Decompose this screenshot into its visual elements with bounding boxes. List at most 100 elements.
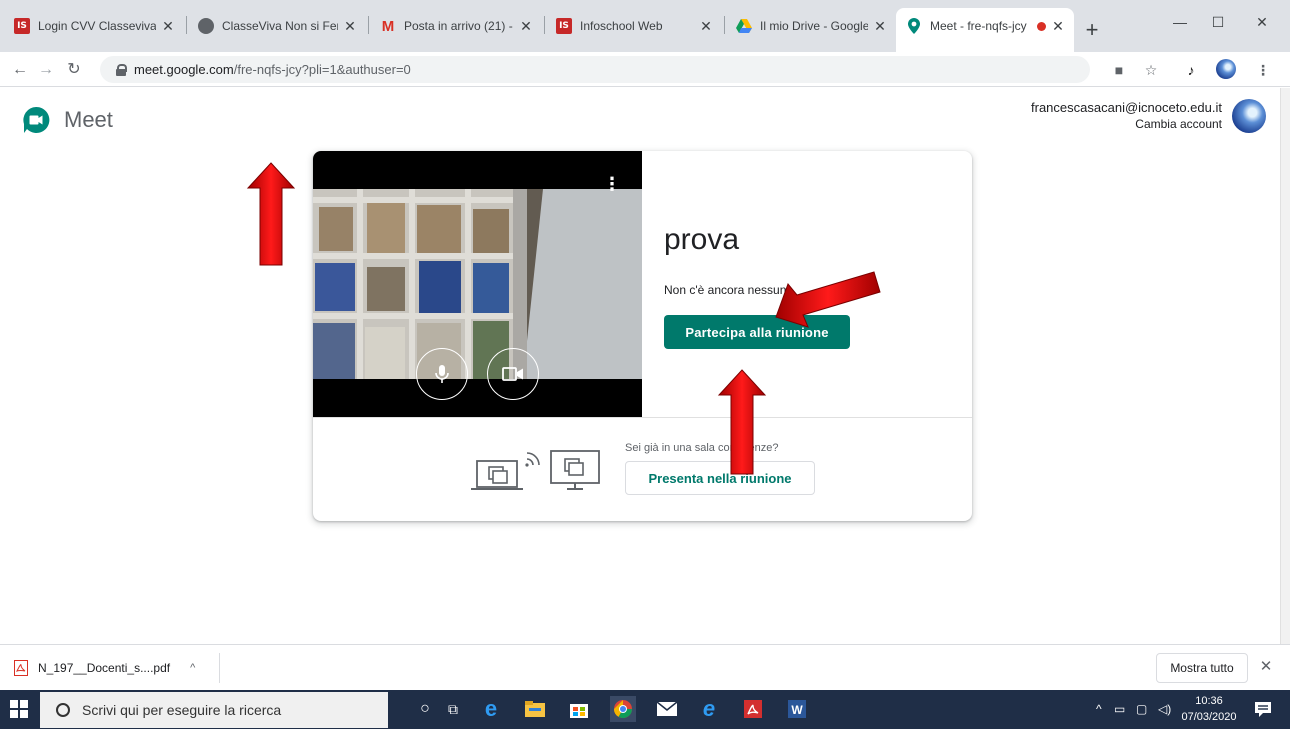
clock-date: 07/03/2020 bbox=[1181, 711, 1237, 723]
chevron-up-icon[interactable]: ^ bbox=[190, 662, 195, 674]
tiktok-extension-icon[interactable]: ♪ bbox=[1180, 59, 1202, 81]
tab-infoschool[interactable]: IS Infoschool Web ✕ bbox=[546, 8, 722, 52]
download-bar: N_197__Docenti_s....pdf ^ Mostra tutto ✕ bbox=[0, 644, 1290, 690]
recording-indicator-icon bbox=[1037, 21, 1046, 31]
close-icon[interactable]: ✕ bbox=[872, 18, 888, 34]
tab-separator bbox=[368, 16, 369, 34]
google-meet-logo-icon bbox=[23, 106, 50, 133]
windows-taskbar: Scrivi qui per eseguire la ricerca ○ ⧉ e… bbox=[0, 690, 1290, 729]
cortana-icon[interactable]: ○ bbox=[412, 696, 438, 722]
bookmark-star-icon[interactable]: ☆ bbox=[1140, 59, 1162, 81]
meeting-name: prova bbox=[664, 223, 740, 256]
pdf-file-icon bbox=[14, 660, 28, 676]
close-icon[interactable]: ✕ bbox=[342, 18, 358, 34]
meet-product-name: Meet bbox=[64, 107, 113, 132]
tab-title: Login CVV Classeviva G bbox=[38, 19, 156, 33]
clock-time: 10:36 bbox=[1195, 695, 1223, 707]
edge-icon[interactable]: e bbox=[478, 696, 504, 722]
microphone-icon bbox=[435, 365, 449, 383]
show-hidden-icons-icon[interactable]: ^ bbox=[1096, 702, 1102, 716]
tab-title: ClasseViva Non si Ferm bbox=[222, 19, 338, 33]
download-item[interactable]: N_197__Docenti_s....pdf ^ bbox=[8, 653, 220, 683]
task-view-icon[interactable]: ⧉ bbox=[440, 696, 466, 722]
tab-separator bbox=[724, 16, 725, 34]
microsoft-store-icon[interactable] bbox=[566, 696, 592, 722]
notification-center-icon[interactable] bbox=[1254, 700, 1272, 718]
page-scrollbar[interactable] bbox=[1280, 88, 1290, 644]
meet-page: Meet francescasacani@icnoceto.edu.it Cam… bbox=[0, 88, 1280, 644]
account-email: francescasacani@icnoceto.edu.it bbox=[1031, 100, 1222, 115]
join-card: ⋮ prova Non c'è ancora nessuno Partecipa… bbox=[313, 151, 972, 521]
taskbar-search-box[interactable]: Scrivi qui per eseguire la ricerca bbox=[40, 692, 388, 728]
close-icon[interactable]: ✕ bbox=[160, 18, 176, 34]
network-icon[interactable]: ▭ bbox=[1114, 702, 1125, 716]
camera-preview: ⋮ bbox=[313, 151, 642, 417]
tab-classeviva[interactable]: ClasseViva Non si Ferm ✕ bbox=[188, 8, 366, 52]
close-icon[interactable]: ✕ bbox=[518, 18, 534, 34]
maximize-icon[interactable]: ☐ bbox=[1198, 8, 1238, 36]
display-icon[interactable]: ▢ bbox=[1136, 702, 1147, 716]
present-meeting-button[interactable]: Presenta nella riunione bbox=[625, 461, 815, 495]
google-drive-icon bbox=[736, 18, 752, 34]
chrome-icon[interactable] bbox=[610, 696, 636, 722]
switch-account-link[interactable]: Cambia account bbox=[1031, 116, 1222, 132]
minimize-icon[interactable]: — bbox=[1160, 8, 1200, 36]
tab-login-cvv[interactable]: IS Login CVV Classeviva G ✕ bbox=[4, 8, 184, 52]
card-divider bbox=[313, 417, 972, 418]
camera-toggle-button[interactable] bbox=[487, 348, 539, 400]
close-download-bar-icon[interactable]: ✕ bbox=[1256, 657, 1276, 677]
new-tab-icon[interactable]: + bbox=[1082, 19, 1102, 41]
meet-logo[interactable]: Meet bbox=[22, 106, 113, 134]
more-options-icon[interactable]: ⋮ bbox=[603, 175, 621, 193]
google-meet-icon bbox=[906, 18, 922, 34]
tab-gmail[interactable]: M Posta in arrivo (21) - fra ✕ bbox=[370, 8, 542, 52]
conference-room-question: Sei già in una sala conferenze? bbox=[625, 442, 779, 454]
show-all-downloads-button[interactable]: Mostra tutto bbox=[1156, 653, 1248, 683]
address-bar[interactable]: meet.google.com/fre-nqfs-jcy?pli=1&authu… bbox=[100, 56, 1090, 83]
browser-toolbar: ← → ↻ meet.google.com/fre-nqfs-jcy?pli=1… bbox=[0, 52, 1290, 87]
mail-icon[interactable] bbox=[654, 696, 680, 722]
url-host: meet.google.com bbox=[134, 62, 234, 77]
tab-google-meet[interactable]: Meet - fre-nqfs-jcy ✕ bbox=[896, 8, 1074, 52]
svg-text:W: W bbox=[791, 703, 803, 717]
bookshelf-camera-image bbox=[313, 189, 642, 379]
chrome-menu-icon[interactable]: ⋮ bbox=[1252, 59, 1274, 81]
tab-title: Meet - fre-nqfs-jcy bbox=[930, 19, 1027, 33]
participants-status: Non c'è ancora nessuno bbox=[664, 283, 794, 297]
globe-icon bbox=[198, 18, 214, 34]
back-arrow-icon[interactable]: ← bbox=[8, 58, 32, 82]
infoschool-icon: IS bbox=[556, 18, 572, 34]
internet-explorer-icon[interactable]: e bbox=[696, 696, 722, 722]
file-explorer-icon[interactable] bbox=[522, 696, 548, 722]
camera-in-use-icon[interactable]: ■ bbox=[1108, 59, 1130, 81]
video-camera-icon bbox=[502, 367, 523, 381]
word-icon[interactable]: W bbox=[784, 696, 810, 722]
join-meeting-button[interactable]: Partecipa alla riunione bbox=[664, 315, 850, 349]
close-icon[interactable]: ✕ bbox=[698, 18, 714, 34]
tab-title: Infoschool Web bbox=[580, 19, 663, 33]
gmail-icon: M bbox=[381, 17, 395, 35]
account-info: francescasacani@icnoceto.edu.it Cambia a… bbox=[1031, 100, 1222, 132]
search-icon bbox=[56, 703, 70, 717]
tab-title: Posta in arrivo (21) - fra bbox=[404, 19, 514, 33]
infoschool-icon: IS bbox=[14, 18, 30, 34]
tab-separator bbox=[544, 16, 545, 34]
volume-icon[interactable]: ◁) bbox=[1158, 702, 1171, 716]
avatar[interactable] bbox=[1232, 99, 1266, 133]
acrobat-reader-icon[interactable] bbox=[740, 696, 766, 722]
url-path: /fre-nqfs-jcy?pli=1&authuser=0 bbox=[233, 62, 411, 77]
profile-avatar-icon[interactable] bbox=[1216, 59, 1238, 81]
taskbar-clock[interactable]: 10:36 07/03/2020 bbox=[1178, 693, 1240, 725]
reload-icon[interactable]: ↻ bbox=[62, 58, 86, 82]
windows-start-icon[interactable] bbox=[10, 700, 28, 718]
close-icon[interactable]: ✕ bbox=[1050, 18, 1066, 34]
tab-strip: IS Login CVV Classeviva G ✕ ClasseViva N… bbox=[0, 0, 1290, 52]
window-close-icon[interactable]: ✕ bbox=[1242, 8, 1282, 36]
present-screen-illustration-icon bbox=[471, 450, 600, 490]
microphone-toggle-button[interactable] bbox=[416, 348, 468, 400]
tab-separator bbox=[186, 16, 187, 34]
download-file-name: N_197__Docenti_s....pdf bbox=[38, 661, 171, 675]
tab-google-drive[interactable]: Il mio Drive - Google D ✕ bbox=[726, 8, 896, 52]
tab-title: Il mio Drive - Google D bbox=[760, 19, 868, 33]
forward-arrow-icon[interactable]: → bbox=[34, 58, 58, 82]
